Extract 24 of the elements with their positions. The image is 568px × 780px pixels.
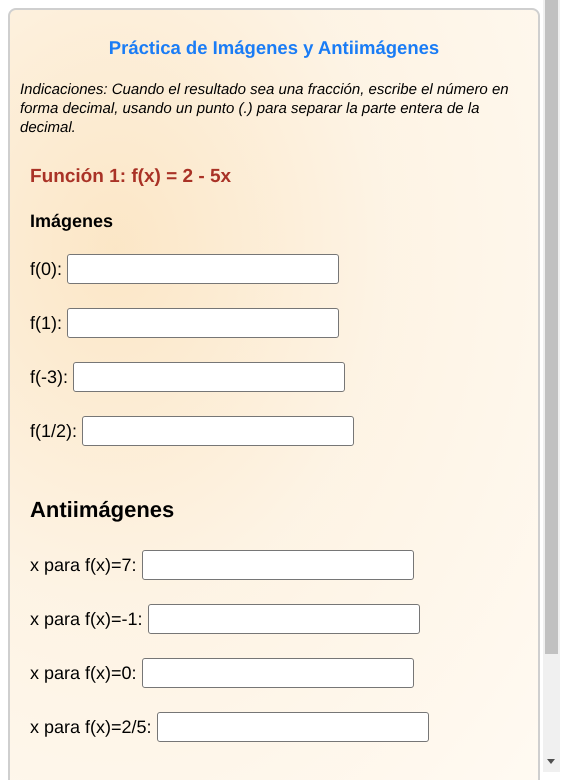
page-title: Práctica de Imágenes y Antiimágenes [108, 36, 440, 60]
input-field[interactable] [142, 658, 414, 688]
input-field[interactable] [148, 604, 420, 634]
field-label: x para f(x)=7: [30, 554, 137, 577]
field-label: f(-3): [30, 366, 68, 389]
field-label: f(0): [30, 258, 62, 281]
field-label: x para f(x)=-1: [30, 608, 143, 631]
scrollbar[interactable] [543, 0, 560, 772]
input-field[interactable] [67, 254, 340, 284]
input-field[interactable] [142, 550, 414, 580]
field-label: f(1): [30, 312, 62, 335]
input-field[interactable] [156, 712, 429, 742]
scrollbar-thumb[interactable] [545, 0, 558, 654]
function-heading: Función 1: f(x) = 2 - 5x [30, 165, 232, 189]
field-label: f(1/2): [30, 420, 78, 443]
input-field[interactable] [73, 362, 345, 392]
scroll-down-icon[interactable] [547, 759, 555, 764]
instructions-text: Indicaciones: Cuando el resultado sea una fracción, escribe el número en forma decimal, usando un punto (.) para separar la parte entera de la decimal. [20, 80, 510, 137]
input-field[interactable] [67, 308, 340, 338]
section-heading: Imágenes [30, 210, 114, 233]
field-label: x para f(x)=0: [30, 662, 137, 685]
input-field[interactable] [82, 416, 354, 446]
section-heading: Antiimágenes [30, 496, 176, 524]
field-label: x para f(x)=2/5: [30, 716, 152, 739]
